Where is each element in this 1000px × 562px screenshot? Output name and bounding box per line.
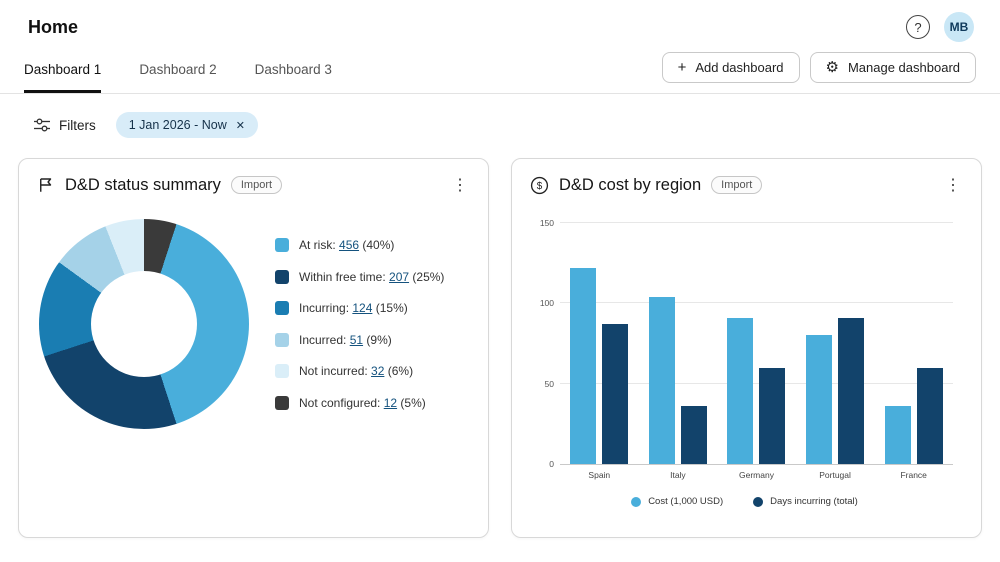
legend-swatch (275, 270, 289, 284)
chart-legend-item[interactable]: Cost (1,000 USD) (631, 496, 723, 507)
status-card-body: At risk: 456 (40%) Within free time: 207 … (19, 205, 488, 439)
cost-chart-body: 050100150 SpainItalyGermanyPortugalFranc… (512, 205, 981, 507)
legend-swatch (275, 301, 289, 315)
status-card-title: D&D status summary (65, 176, 221, 195)
legend-item: Incurred: 51 (9%) (275, 333, 444, 347)
manage-dashboard-label: Manage dashboard (848, 60, 960, 75)
x-axis-category-label: Germany (717, 470, 796, 480)
legend-label: Not configured: 12 (5%) (299, 396, 426, 410)
bar-group-spain (560, 223, 639, 464)
y-axis-tick-label: 50 (528, 379, 554, 389)
help-icon[interactable]: ? (906, 15, 930, 39)
legend-count-link[interactable]: 207 (389, 270, 409, 284)
bar-group-italy (639, 223, 718, 464)
chart-legend-item[interactable]: Days incurring (total) (753, 496, 858, 507)
page-title: Home (28, 17, 78, 38)
legend-swatch (275, 238, 289, 252)
bar-group-portugal (796, 223, 875, 464)
bar-groups (560, 223, 953, 464)
gear-icon: ⚙ (826, 60, 839, 75)
legend-item: Not incurred: 32 (6%) (275, 364, 444, 378)
x-axis-category-label: Portugal (796, 470, 875, 480)
kebab-menu-icon[interactable]: ⋮ (448, 175, 472, 195)
status-summary-card: D&D status summary Import ⋮ At risk: 456… (18, 158, 489, 538)
legend-count-link[interactable]: 456 (339, 238, 359, 252)
bar (917, 368, 943, 464)
legend-label: Incurred: 51 (9%) (299, 333, 392, 347)
bar-group-germany (717, 223, 796, 464)
header-actions: ? MB (906, 12, 974, 42)
kebab-menu-icon[interactable]: ⋮ (941, 175, 965, 195)
bar (838, 318, 864, 464)
status-card-header: D&D status summary Import ⋮ (19, 159, 488, 205)
chart-legend-label: Cost (1,000 USD) (648, 496, 723, 507)
bar (570, 268, 596, 464)
tab-dashboard-2[interactable]: Dashboard 2 (139, 50, 216, 93)
legend-swatch (275, 364, 289, 378)
legend-item: At risk: 456 (40%) (275, 238, 444, 252)
tab-actions: + Add dashboard ⚙ Manage dashboard (662, 52, 976, 92)
cost-by-region-card: $ D&D cost by region Import ⋮ 050100150 … (511, 158, 982, 538)
close-icon[interactable]: ✕ (236, 119, 245, 132)
legend-label: Incurring: 124 (15%) (299, 301, 408, 315)
legend-item: Within free time: 207 (25%) (275, 270, 444, 284)
bar-legend: Cost (1,000 USD) Days incurring (total) (526, 496, 963, 507)
svg-text:$: $ (537, 180, 543, 191)
bar (649, 297, 675, 464)
tab-bar: Dashboard 1 Dashboard 2 Dashboard 3 + Ad… (0, 50, 1000, 94)
filter-sliders-icon (34, 118, 50, 132)
cost-card-header: $ D&D cost by region Import ⋮ (512, 159, 981, 205)
legend-dot (753, 497, 763, 507)
flag-icon (37, 176, 55, 194)
bar (602, 324, 628, 464)
x-axis-category-label: France (874, 470, 953, 480)
tab-dashboard-3[interactable]: Dashboard 3 (255, 50, 332, 93)
date-filter-chip[interactable]: 1 Jan 2026 - Now ✕ (116, 112, 258, 138)
legend-label: Not incurred: 32 (6%) (299, 364, 413, 378)
legend-count-link[interactable]: 51 (350, 333, 363, 347)
bar-group-france (874, 223, 953, 464)
y-axis-tick-label: 100 (528, 298, 554, 308)
bar (806, 335, 832, 464)
dashboard-cards: D&D status summary Import ⋮ At risk: 456… (0, 148, 1000, 548)
legend-count-link[interactable]: 32 (371, 364, 384, 378)
legend-label: At risk: 456 (40%) (299, 238, 394, 252)
legend-dot (631, 497, 641, 507)
x-axis-category-label: Italy (639, 470, 718, 480)
dollar-circle-icon: $ (530, 176, 549, 195)
legend-count-link[interactable]: 124 (352, 301, 372, 315)
bar (885, 406, 911, 464)
import-badge: Import (231, 176, 282, 194)
bar (759, 368, 785, 464)
legend-label: Within free time: 207 (25%) (299, 270, 444, 284)
avatar[interactable]: MB (944, 12, 974, 42)
filters-row: Filters 1 Jan 2026 - Now ✕ (0, 94, 1000, 148)
add-dashboard-label: Add dashboard (695, 60, 783, 75)
bar (727, 318, 753, 464)
legend-count-link[interactable]: 12 (384, 396, 397, 410)
filters-label: Filters (59, 118, 96, 133)
legend-item: Not configured: 12 (5%) (275, 396, 444, 410)
filters-button[interactable]: Filters (34, 118, 96, 133)
manage-dashboard-button[interactable]: ⚙ Manage dashboard (810, 52, 976, 83)
y-axis-tick-label: 150 (528, 218, 554, 228)
legend-item: Incurring: 124 (15%) (275, 301, 444, 315)
chart-legend-label: Days incurring (total) (770, 496, 858, 507)
legend-swatch (275, 396, 289, 410)
import-badge: Import (711, 176, 762, 194)
tab-dashboard-1[interactable]: Dashboard 1 (24, 50, 101, 93)
page-header: Home ? MB (0, 0, 1000, 50)
bar-categories: SpainItalyGermanyPortugalFrance (560, 465, 953, 480)
bar-plot: 050100150 (560, 223, 953, 465)
donut-chart (39, 219, 249, 429)
status-legend: At risk: 456 (40%) Within free time: 207 … (275, 238, 444, 410)
add-dashboard-button[interactable]: + Add dashboard (662, 52, 800, 83)
legend-swatch (275, 333, 289, 347)
y-axis-tick-label: 0 (528, 459, 554, 469)
plus-icon: + (678, 60, 687, 75)
cost-card-title: D&D cost by region (559, 176, 701, 195)
date-filter-text: 1 Jan 2026 - Now (129, 118, 227, 132)
bar (681, 406, 707, 464)
x-axis-category-label: Spain (560, 470, 639, 480)
